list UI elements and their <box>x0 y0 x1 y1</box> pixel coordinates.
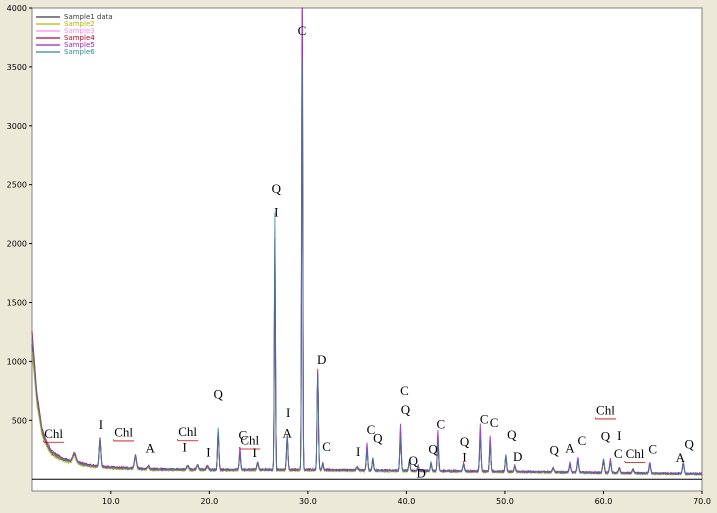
peak-label-q: Q <box>272 181 282 196</box>
x-tick-label: 30.0 <box>299 497 317 506</box>
peak-label-q: Q <box>214 387 224 402</box>
peak-label-a: A <box>565 441 575 456</box>
peak-label-i: I <box>206 444 210 459</box>
peak-label-i: I <box>286 405 290 420</box>
peak-label-chl: Chl <box>114 424 133 439</box>
peak-label-q: Q <box>401 402 411 417</box>
peak-label-q: Q <box>428 441 438 456</box>
x-tick-label: 20.0 <box>200 497 218 506</box>
peak-label-q: Q <box>550 442 560 457</box>
y-tick-label: 1500 <box>7 299 27 308</box>
peak-label-c: C <box>577 433 586 448</box>
xrd-pattern-window: 500 1000 1500 2000 2500 3000 3500 4000 10.0 20.0… <box>0 0 717 513</box>
y-tick-label: 3000 <box>7 122 27 131</box>
x-tick-label: 60.0 <box>595 497 613 506</box>
peak-label-i: I <box>356 444 360 459</box>
peak-label-c: C <box>614 446 623 461</box>
peak-label-i: I <box>99 417 103 432</box>
y-tick-label: 3500 <box>7 63 27 72</box>
peak-label-d: D <box>416 465 425 480</box>
xrd-chart: 500 1000 1500 2000 2500 3000 3500 4000 10.0 20.0… <box>7 4 711 506</box>
peak-label-q: Q <box>601 428 611 443</box>
x-axis: 10.0 20.0 30.0 40.0 50.0 60.0 70.0 <box>102 491 711 506</box>
y-axis: 500 1000 1500 2000 2500 3000 3500 4000 <box>7 4 32 425</box>
peak-label-d: D <box>513 449 522 464</box>
x-tick-label: 70.0 <box>693 497 711 506</box>
peak-label-a: A <box>282 425 292 440</box>
peak-label-q: Q <box>507 427 517 442</box>
peak-label-c: C <box>437 417 446 432</box>
y-tick-label: 2000 <box>7 240 27 249</box>
x-tick-label: 10.0 <box>102 497 120 506</box>
y-tick-label: 500 <box>12 416 27 425</box>
peak-label-a: A <box>676 450 686 465</box>
x-tick-label: 40.0 <box>398 497 416 506</box>
peak-label-a: A <box>146 441 156 456</box>
peak-label-c: C <box>322 439 331 454</box>
peak-label-chl: Chl <box>44 426 63 441</box>
peak-label-c: C <box>480 411 489 426</box>
peak-label-chl: Chl <box>626 446 645 461</box>
peak-label-d: D <box>317 352 326 367</box>
peak-label-i: I <box>274 205 278 220</box>
x-tick-label: 50.0 <box>496 497 514 506</box>
y-tick-label: 1000 <box>7 357 27 366</box>
peak-label-i: I <box>617 428 621 443</box>
peak-label-q: Q <box>373 431 383 446</box>
peak-label-c: C <box>648 441 657 456</box>
legend-label: Sample6 <box>64 48 95 56</box>
y-tick-label: 2500 <box>7 181 27 190</box>
peak-label-c: C <box>298 23 307 38</box>
peak-label-chl: Chl <box>178 424 197 439</box>
peak-label-c: C <box>400 383 409 398</box>
y-tick-label: 4000 <box>7 4 27 13</box>
peak-label-c: C <box>490 415 499 430</box>
peak-label-i: I <box>462 450 466 465</box>
peak-label-i: I <box>183 440 187 455</box>
peak-label-chl: Chl <box>596 402 615 417</box>
peak-label-q: Q <box>684 437 694 452</box>
peak-label-i: I <box>253 445 257 460</box>
peak-label-q: Q <box>460 434 470 449</box>
